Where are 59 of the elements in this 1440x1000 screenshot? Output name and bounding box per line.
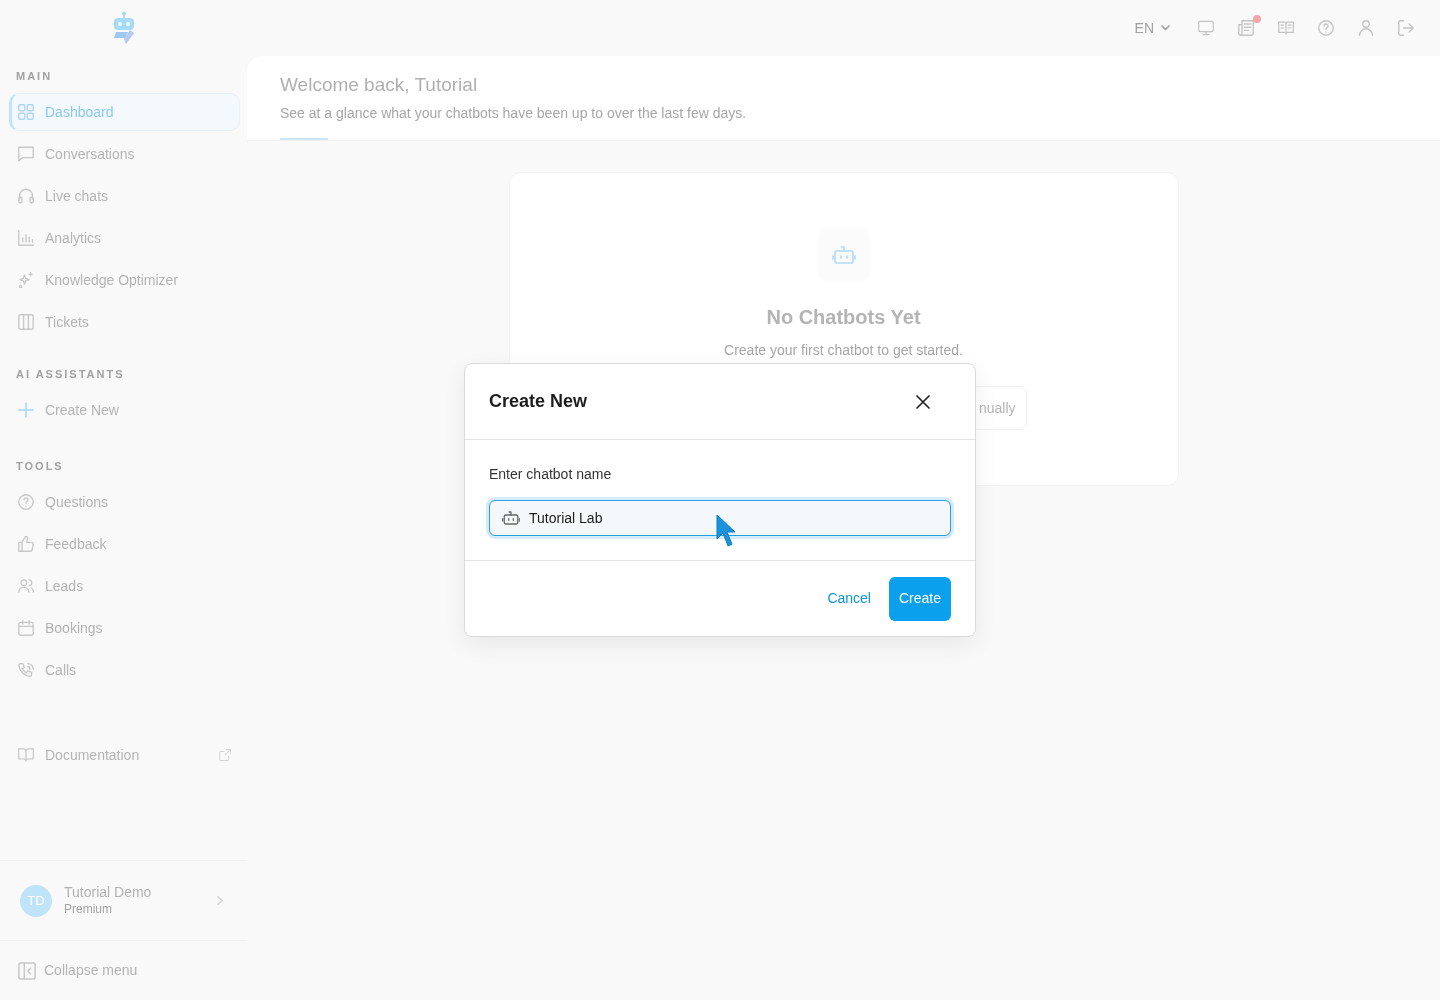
user-name: Tutorial Demo [64,884,152,901]
close-icon[interactable] [915,393,931,410]
sidebar-item[interactable]: Conversations [9,135,240,173]
create-button[interactable]: Create [888,576,951,621]
empty-state-title: No Chatbots Yet [766,305,921,330]
external-link-icon [219,749,231,761]
newspaper-icon[interactable] [1238,20,1254,36]
sidebar-item[interactable]: Questions [9,483,240,521]
sidebar-item[interactable]: Leads [9,567,240,605]
sidebar-item[interactable]: Create New [9,391,240,429]
section-heading: AI ASSISTANTS [15,367,125,381]
logout-icon[interactable] [1398,20,1414,36]
collapse-menu-button[interactable]: Collapse menu [0,960,138,981]
robot-logo-icon[interactable] [112,11,135,45]
sidebar-item[interactable]: Dashboard [9,93,240,131]
sidebar-item[interactable]: Knowledge Optimizer [9,261,240,299]
sidebar-item[interactable]: Feedback [9,525,240,563]
plus-icon [18,402,34,418]
sidebar-item[interactable]: Calls [9,651,240,689]
robot-icon [831,244,856,266]
book-icon[interactable] [1278,20,1294,36]
dialog-title: Create New [489,390,588,413]
help-icon[interactable] [1318,20,1334,36]
user-icon[interactable] [1358,20,1374,36]
empty-state-text: Create your first chatbot to get started. [724,341,963,360]
chevron-right-icon[interactable] [217,895,223,906]
phone-icon [18,662,34,678]
chevron-down-icon [1161,25,1170,31]
columns-icon [18,314,34,330]
section-heading: MAIN [15,69,53,83]
tab-indicator [280,138,328,140]
bar-chart-icon [18,230,34,246]
section-heading: TOOLS [15,459,64,473]
sidebar-item[interactable]: Tickets [9,303,240,341]
user-plan: Premium [64,901,113,917]
page-title: Welcome back, Tutorial [280,73,479,97]
question-icon [18,494,34,510]
sidebar-item[interactable]: Live chats [9,177,240,215]
cancel-button[interactable]: Cancel [827,588,871,609]
sidebar-item[interactable]: Analytics [9,219,240,257]
monitor-icon[interactable] [1198,20,1214,36]
users-icon [18,578,34,594]
sidebar-item[interactable]: Bookings [9,609,240,647]
headphones-icon [18,188,34,204]
field-label: Enter chatbot name [489,465,613,484]
book-icon [18,747,34,763]
avatar[interactable]: TD [20,884,52,917]
page-subtitle: See at a glance what your chatbots have been up to over the last few days. [280,104,748,123]
documentation-link[interactable]: Documentation [9,736,240,774]
sparkle-icon [18,272,34,288]
cursor-icon [716,514,735,548]
thumbs-up-icon [18,536,34,552]
robot-icon [502,510,520,526]
name-input[interactable]: Tutorial Lab [489,500,951,536]
chat-bubble-icon [18,146,34,162]
language-selector[interactable]: EN [1134,17,1170,39]
grid-icon [18,104,34,120]
calendar-icon [18,620,34,636]
collapse-sidebar-icon [18,961,36,980]
